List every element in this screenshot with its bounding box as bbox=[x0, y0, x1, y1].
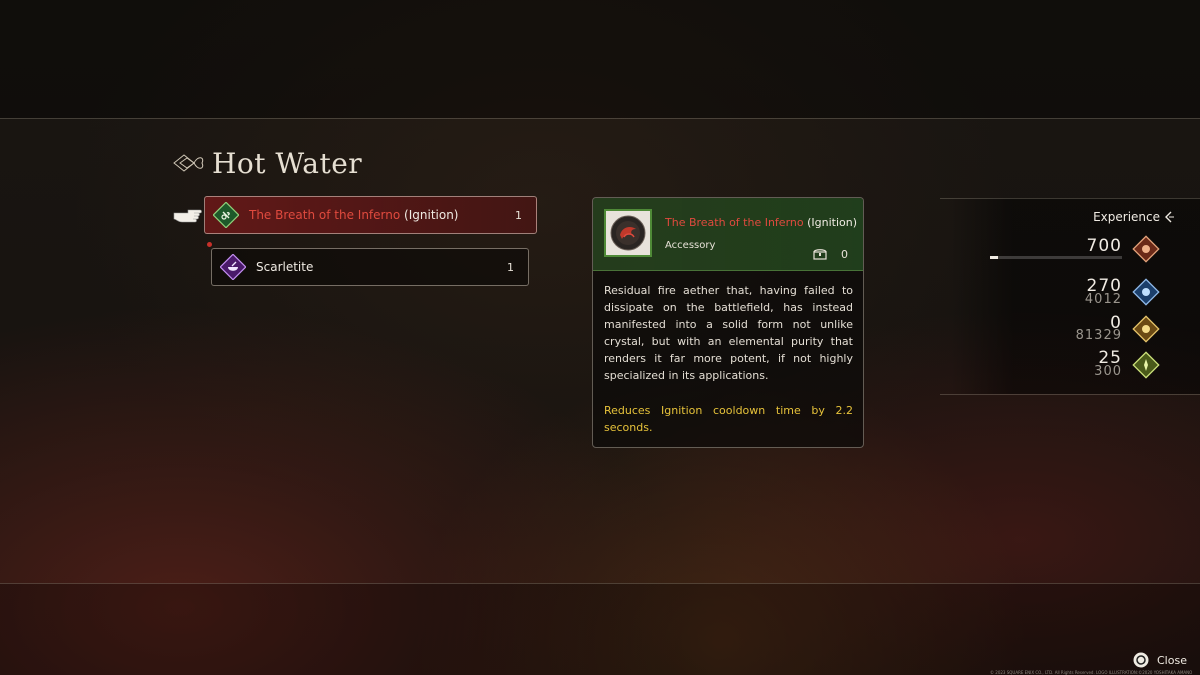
item-detail-suffix: (Ignition) bbox=[807, 216, 858, 229]
unread-marker bbox=[207, 242, 212, 247]
item-effect: Reduces Ignition cooldown time by 2.2 se… bbox=[604, 404, 853, 434]
fire-ability-gem-icon bbox=[1132, 235, 1160, 263]
bottom-letterbox bbox=[0, 583, 1200, 675]
renown-total: 300 bbox=[1094, 364, 1122, 379]
page-title: Hot Water bbox=[212, 146, 363, 180]
gil-total: 81329 bbox=[1075, 328, 1122, 343]
owned-count: 0 bbox=[841, 248, 848, 261]
item-detail-panel: The Breath of the Inferno (Ignition) Acc… bbox=[592, 197, 864, 448]
material-item-name: Scarletite bbox=[256, 260, 314, 274]
material-item-count: 1 bbox=[507, 260, 514, 274]
accessory-item-icon bbox=[213, 202, 239, 228]
item-thumbnail bbox=[604, 209, 652, 257]
top-letterbox bbox=[0, 0, 1200, 118]
hand-pointer-icon bbox=[173, 209, 202, 223]
collapse-arrow-icon[interactable] bbox=[1164, 211, 1174, 223]
material-item-icon bbox=[220, 254, 246, 280]
ap-total: 4012 bbox=[1084, 292, 1122, 307]
copyright-notice: © 2023 SQUARE ENIX CO., LTD. All Rights … bbox=[990, 670, 1193, 675]
item-detail-title: The Breath of the Inferno (Ignition) bbox=[665, 216, 857, 229]
blue-ability-gem-icon bbox=[1132, 278, 1160, 306]
close-control[interactable]: Close bbox=[1133, 652, 1187, 668]
result-item-name: The Breath of the Inferno bbox=[249, 208, 401, 222]
experience-progress-fill bbox=[990, 256, 998, 259]
experience-title: Experience bbox=[1093, 210, 1160, 224]
experience-panel bbox=[950, 198, 1200, 394]
gold-ability-gem-icon bbox=[1132, 315, 1160, 343]
page-header: Hot Water bbox=[172, 143, 362, 183]
circle-button-icon bbox=[1133, 652, 1149, 668]
recipe-result-item[interactable]: The Breath of the Inferno (Ignition) 1 bbox=[204, 196, 537, 234]
inferno-emblem-icon bbox=[610, 215, 646, 251]
experience-progress-bar bbox=[990, 256, 1122, 259]
item-description: Residual fire aether that, having failed… bbox=[604, 284, 853, 382]
material-item[interactable]: Scarletite 1 bbox=[211, 248, 529, 286]
result-item-count: 1 bbox=[515, 208, 522, 222]
item-category: Accessory bbox=[665, 240, 716, 251]
top-divider bbox=[0, 118, 1200, 119]
experience-top-line bbox=[940, 198, 1200, 199]
experience-bottom-line bbox=[940, 394, 1200, 395]
ornament-icon bbox=[173, 154, 204, 172]
experience-value: 700 bbox=[1086, 236, 1122, 256]
bottom-divider bbox=[0, 583, 1200, 584]
close-label: Close bbox=[1157, 653, 1187, 667]
inventory-chest-icon bbox=[813, 249, 827, 260]
result-item-suffix: (Ignition) bbox=[404, 208, 459, 222]
item-detail-name: The Breath of the Inferno bbox=[665, 216, 804, 229]
green-ability-gem-icon bbox=[1132, 351, 1160, 379]
